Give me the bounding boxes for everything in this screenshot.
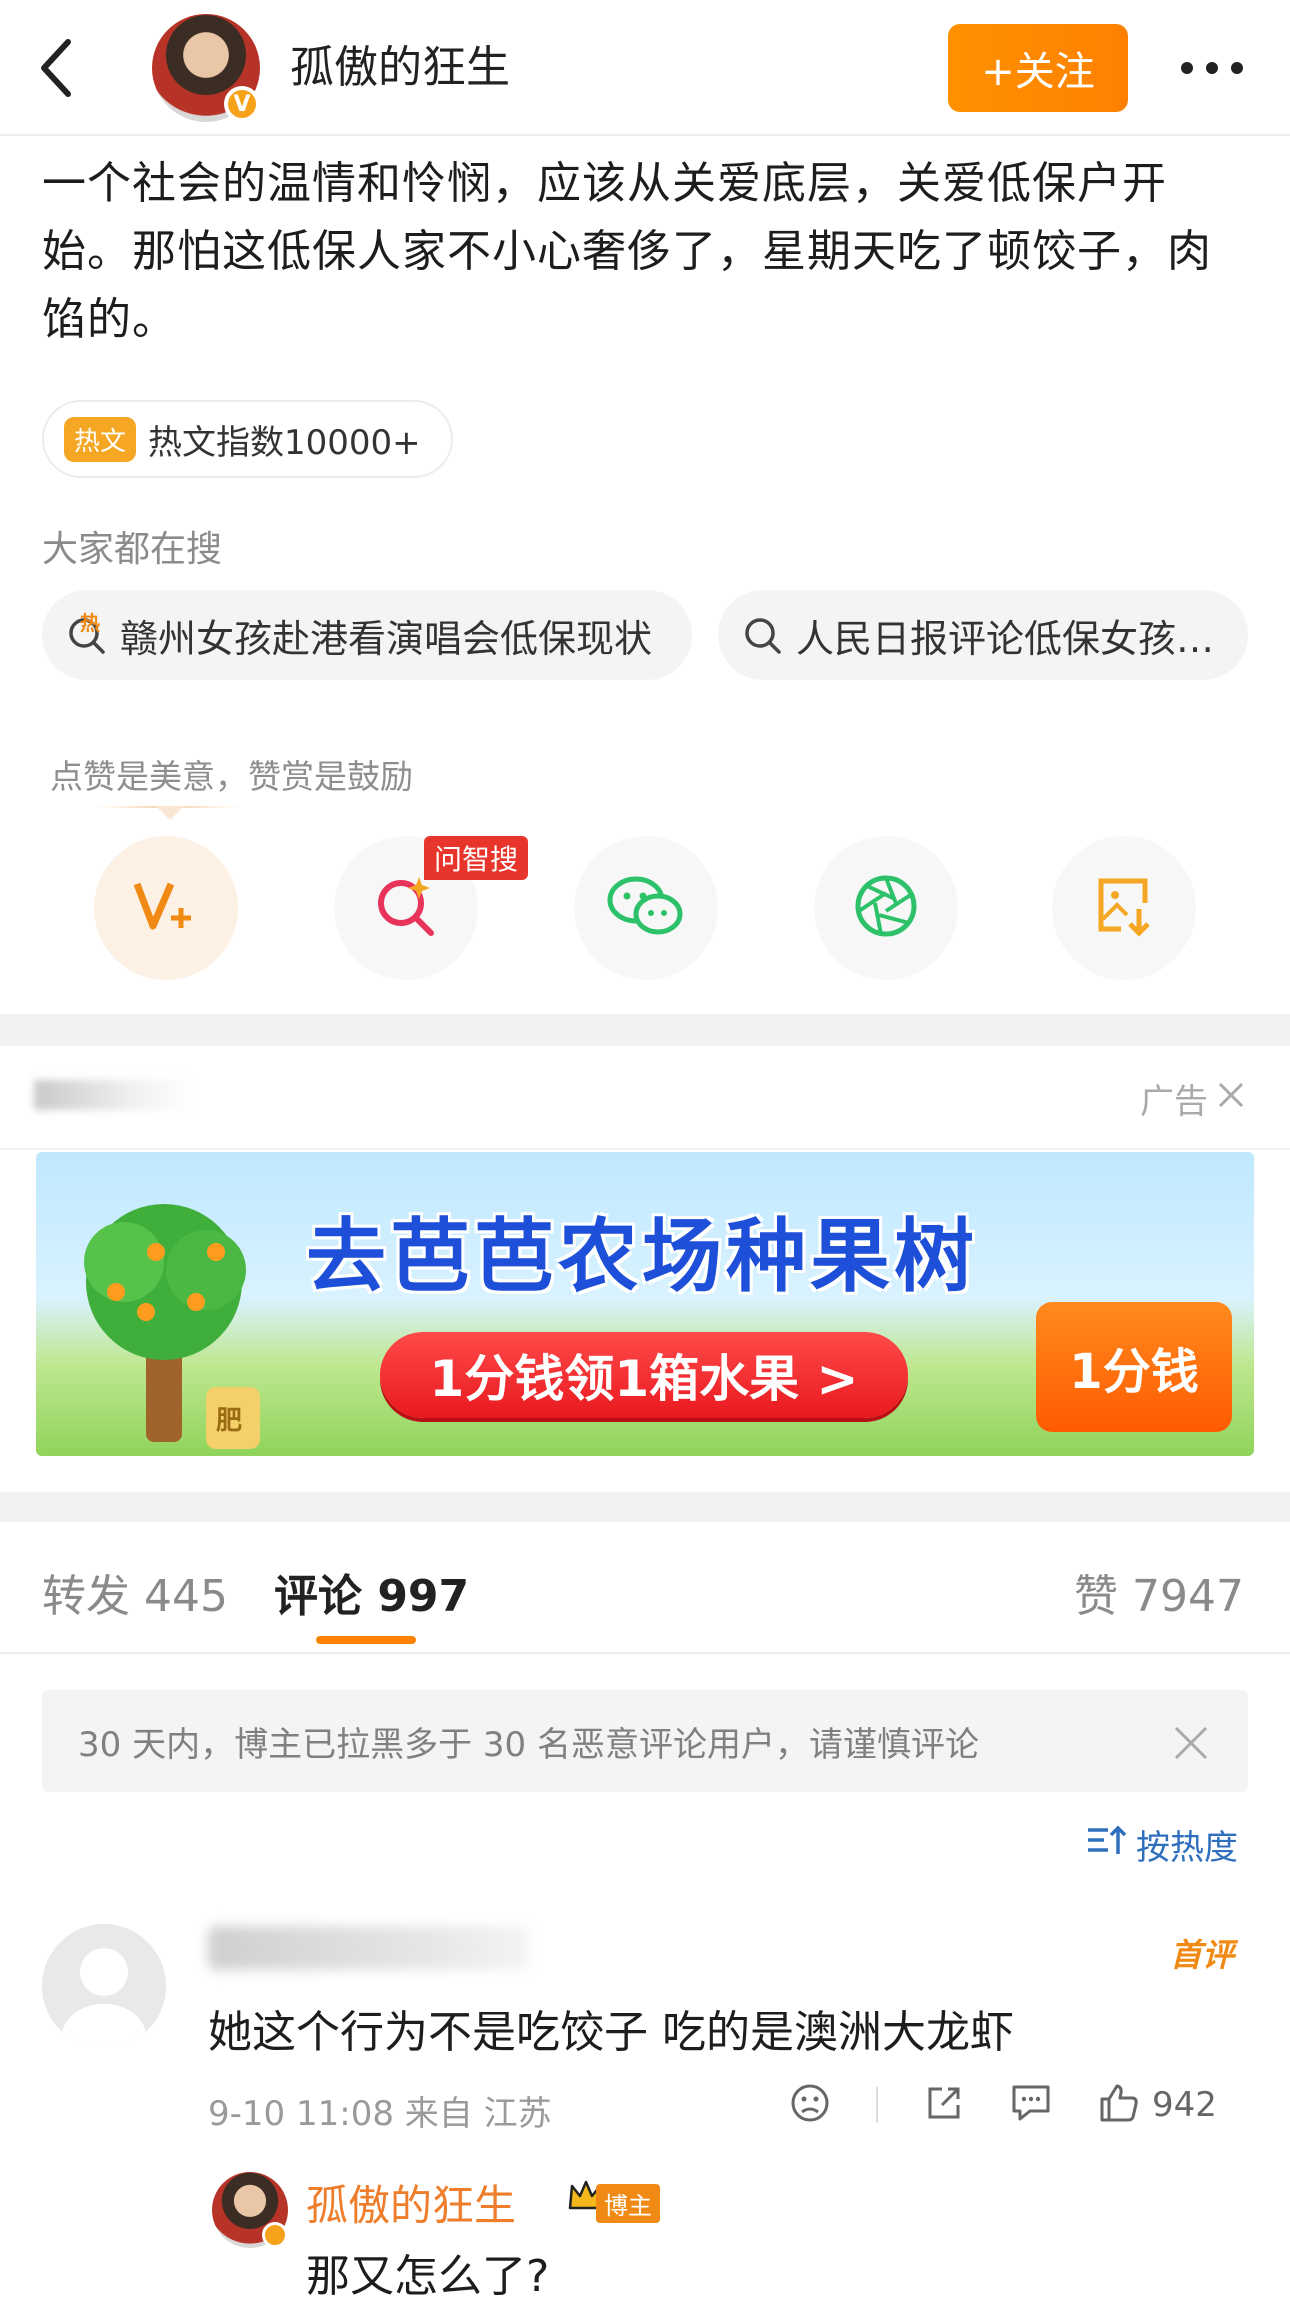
banner-title: 去芭芭农场种果树	[306, 1210, 978, 1303]
active-tab-indicator	[316, 1636, 416, 1644]
ad-label[interactable]: 广告	[1140, 1074, 1246, 1123]
banner-price-box: 1分钱	[1036, 1302, 1232, 1432]
comment-meta: 9-10 11:08 来自 江苏	[208, 2094, 552, 2134]
search-chip-2[interactable]: 人民日报评论低保女孩…	[718, 590, 1248, 680]
ai-search-icon	[371, 871, 441, 945]
sort-label: 按热度	[1136, 1828, 1238, 1868]
like-count: 942	[1152, 2085, 1217, 2125]
fertilizer-label: 肥	[216, 1406, 243, 1436]
like-button[interactable]: 942	[1098, 2083, 1217, 2127]
hot-tag: 热文	[64, 416, 137, 462]
section-divider	[0, 1492, 1290, 1522]
share-moments-button[interactable]	[814, 836, 958, 980]
search-icon	[742, 615, 782, 655]
comment-avatar[interactable]	[42, 1924, 166, 2048]
comment-icon[interactable]	[1010, 2083, 1052, 2127]
comment-text: 她这个行为不是吃饺子 吃的是澳洲大龙虾	[208, 2007, 1014, 2058]
ad-banner[interactable]: 肥 去芭芭农场种果树 1分钱领1箱水果 > 1分钱	[36, 1152, 1254, 1456]
share-wechat-button[interactable]	[574, 836, 718, 980]
ad-source-blurred	[34, 1080, 194, 1110]
tab-repost[interactable]: 转发 445	[42, 1560, 228, 1624]
share-icon[interactable]	[924, 2083, 964, 2127]
tab-divider	[0, 1652, 1290, 1654]
encourage-text: 点赞是美意，赞赏是鼓励	[50, 757, 413, 796]
comment-actions: 942	[790, 2080, 1217, 2130]
zhisou-badge: 问智搜	[424, 836, 529, 880]
verified-badge-icon	[262, 2222, 288, 2248]
section-divider	[0, 1014, 1290, 1046]
follow-button[interactable]: +关注	[948, 24, 1128, 112]
close-icon[interactable]	[1216, 1079, 1246, 1119]
reply-username[interactable]: 孤傲的狂生	[306, 2172, 516, 2233]
username[interactable]: 孤傲的狂生	[290, 40, 510, 96]
hot-index-text: 热文指数10000+	[148, 422, 421, 463]
thumbs-up-icon	[1098, 2083, 1140, 2127]
banner-cta-button[interactable]: 1分钱领1箱水果 >	[380, 1332, 908, 1418]
reward-v-plus-icon	[131, 876, 201, 940]
ad-label-text: 广告	[1140, 1082, 1208, 1122]
post-text: 一个社会的温情和怜悯，应该从关爱底层，关爱低保户开始。那怕这低保人家不小心奢侈了…	[42, 158, 1212, 345]
hot-search-icon: 热	[66, 611, 106, 655]
dislike-face-icon[interactable]	[790, 2083, 830, 2127]
comment-notice: 30 天内，博主已拉黑多于 30 名恶意评论用户，请谨慎评论	[42, 1690, 1248, 1792]
more-icon[interactable]	[1176, 40, 1248, 96]
tab-like[interactable]: 赞 7947	[1074, 1560, 1244, 1624]
reply-text: 那又怎么了?	[306, 2251, 550, 2302]
fruit-tree-illustration: 肥	[56, 1192, 276, 1456]
first-comment-badge: 首评	[1170, 1936, 1235, 1974]
sort-button[interactable]: 按热度	[1086, 1820, 1238, 1869]
save-image-icon	[1091, 873, 1157, 943]
search-chip-1[interactable]: 热 赣州女孩赴港看演唱会低保现状	[42, 590, 692, 680]
moments-aperture-icon	[851, 871, 921, 945]
trending-search-label: 大家都在搜	[42, 529, 223, 570]
sort-icon	[1086, 1822, 1127, 1867]
comment-username-blurred[interactable]	[208, 1926, 528, 1970]
search-chip-label: 赣州女孩赴港看演唱会低保现状	[120, 616, 653, 661]
save-image-button[interactable]	[1052, 836, 1196, 980]
hot-mark: 热	[80, 611, 100, 635]
verified-badge-icon: V	[224, 86, 260, 122]
encourage-arrow	[156, 806, 184, 820]
wechat-icon	[606, 874, 686, 942]
author-badge: 博主	[596, 2184, 660, 2223]
action-divider	[876, 2087, 878, 2123]
back-icon[interactable]	[26, 30, 86, 106]
tab-comment[interactable]: 评论 997	[274, 1560, 469, 1624]
reward-button[interactable]	[94, 836, 238, 980]
hot-index-pill[interactable]: 热文 热文指数10000+	[42, 400, 453, 478]
search-chip-label: 人民日报评论低保女孩…	[796, 616, 1215, 661]
close-icon[interactable]	[1168, 1720, 1214, 1766]
ad-divider	[0, 1148, 1290, 1150]
